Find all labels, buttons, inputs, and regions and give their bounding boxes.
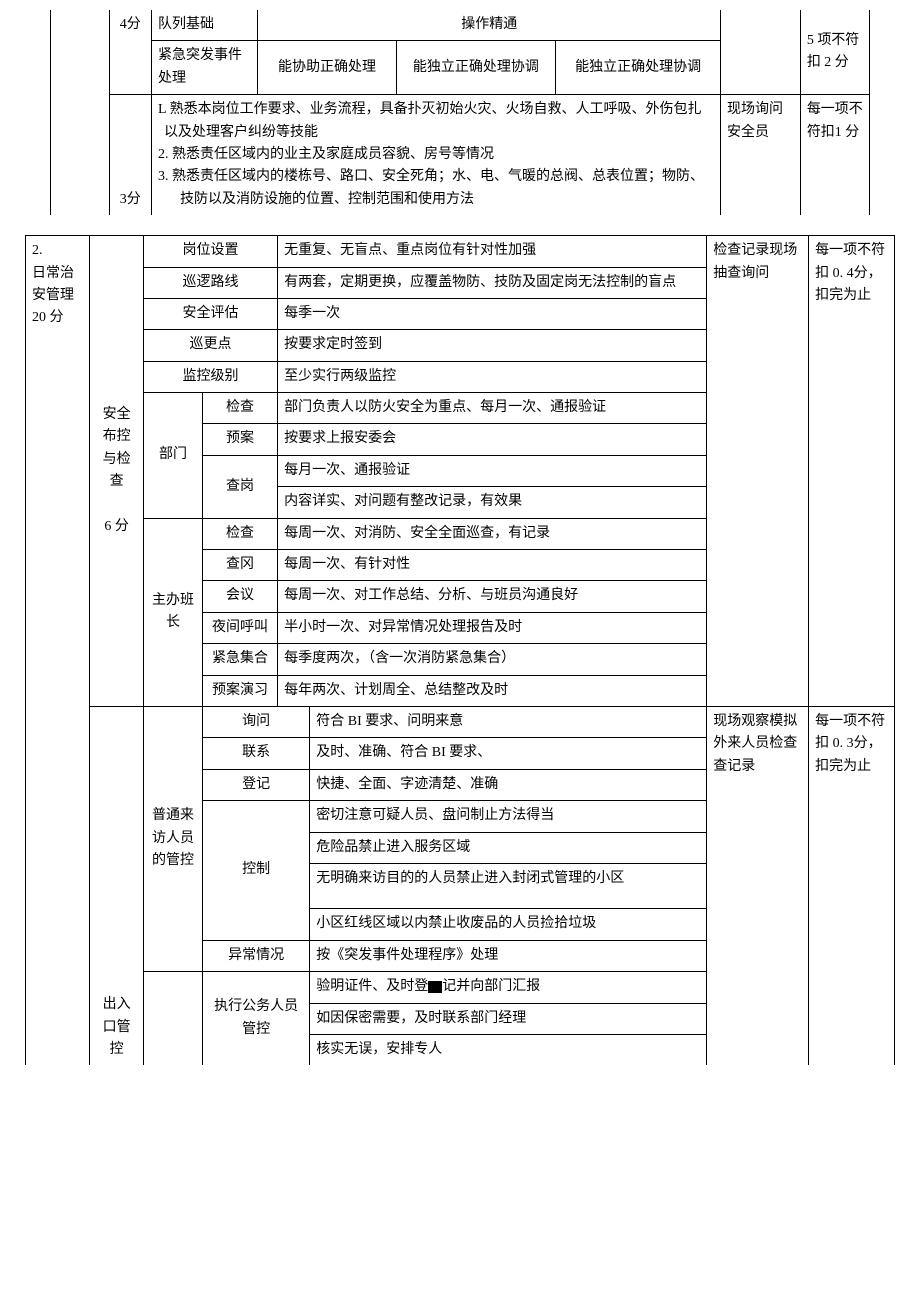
cell: 符合 BI 要求、问明来意 bbox=[310, 706, 707, 737]
cell: 部门负责人以防火安全为重点、每月一次、通报验证 bbox=[278, 393, 707, 424]
cell: 部门 bbox=[144, 393, 203, 519]
cell: 能独立正确处理协调 bbox=[396, 41, 556, 95]
cell: 半小时一次、对异常情况处理报告及时 bbox=[278, 612, 707, 643]
cell: 紧急突发事件处理 bbox=[152, 41, 258, 95]
cell: 每年两次、计划周全、总结整改及时 bbox=[278, 675, 707, 706]
cell: 每季度两次，（含一次消防紧急集合） bbox=[278, 644, 707, 675]
cell: 有两套，定期更换，应覆盖物防、技防及固定岗无法控制的盲点 bbox=[278, 267, 707, 298]
cell: 无明确来访目的的人员禁止进入封闭式管理的小区 bbox=[310, 863, 707, 908]
cell: L 熟悉本岗位工作要求、业务流程，具备扑灭初始火灾、火场自救、人工呼吸、外伤包扎… bbox=[152, 95, 721, 215]
cell: 能独立正确处理协调 bbox=[556, 41, 721, 95]
redaction-icon bbox=[428, 981, 442, 993]
cell: 检查记录现场抽查询问 bbox=[707, 236, 809, 707]
cell: 5 项不符扣 2 分 bbox=[800, 10, 869, 95]
cell: 紧急集合 bbox=[203, 644, 278, 675]
table-row: 4分 队列基础 操作精通 5 项不符扣 2 分 bbox=[51, 10, 870, 41]
cell: 按《突发事件处理程序》处理 bbox=[310, 940, 707, 971]
cell: 及时、准确、符合 BI 要求、 bbox=[310, 738, 707, 769]
cell: 异常情况 bbox=[203, 940, 310, 971]
cell: 队列基础 bbox=[152, 10, 258, 41]
cell: 巡更点 bbox=[144, 330, 278, 361]
cell: 能协助正确处理 bbox=[258, 41, 396, 95]
cell: 现场询问安全员 bbox=[721, 95, 801, 215]
cell: 每一项不符扣 0. 4分，扣完为止 bbox=[809, 236, 895, 707]
cell: 执行公务人员管控 bbox=[203, 972, 310, 1066]
cell: 无重复、无盲点、重点岗位有针对性加强 bbox=[278, 236, 707, 267]
cell: 每月一次、通报验证 bbox=[278, 455, 707, 486]
cell: 每周一次、对工作总结、分析、与班员沟通良好 bbox=[278, 581, 707, 612]
cell: 每一项不符扣 0. 3分，扣完为止 bbox=[809, 706, 895, 1065]
cell: 每一项不符扣1 分 bbox=[800, 95, 869, 215]
cell: 巡逻路线 bbox=[144, 267, 278, 298]
cell: 联系 bbox=[203, 738, 310, 769]
section-header: 2. 日常治安管理 20 分 bbox=[26, 236, 90, 1066]
score-cell: 3分 bbox=[109, 95, 152, 215]
cell: 预案演习 bbox=[203, 675, 278, 706]
cell: 验明证件、及时登记并向部门汇报 bbox=[310, 972, 707, 1003]
cell: 检查 bbox=[203, 518, 278, 549]
table-row: 2. 日常治安管理 20 分 安全布控与检查 6 分 岗位设置 无重复、无盲点、… bbox=[26, 236, 895, 267]
table-upper: 4分 队列基础 操作精通 5 项不符扣 2 分 紧急突发事件处理 能协助正确处理… bbox=[50, 10, 870, 215]
cell: 出入口管控 bbox=[90, 706, 144, 1065]
cell: 如因保密需要，及时联系部门经理 bbox=[310, 1003, 707, 1034]
cell: 普通来访人员的管控 bbox=[144, 706, 203, 971]
cell: 会议 bbox=[203, 581, 278, 612]
cell: 按要求定时签到 bbox=[278, 330, 707, 361]
cell: 快捷、全面、字迹清楚、准确 bbox=[310, 769, 707, 800]
cell: 登记 bbox=[203, 769, 310, 800]
cell: 控制 bbox=[203, 801, 310, 941]
cell: 预案 bbox=[203, 424, 278, 455]
cell: 询问 bbox=[203, 706, 310, 737]
cell: 检查 bbox=[203, 393, 278, 424]
cell: 安全布控与检查 6 分 bbox=[90, 236, 144, 707]
cell: 监控级别 bbox=[144, 361, 278, 392]
cell: 每周一次、对消防、安全全面巡查，有记录 bbox=[278, 518, 707, 549]
cell: 内容详实、对问题有整改记录，有效果 bbox=[278, 487, 707, 518]
cell: 现场观察模拟外来人员检查查记录 bbox=[707, 706, 809, 1065]
table-lower: 2. 日常治安管理 20 分 安全布控与检查 6 分 岗位设置 无重复、无盲点、… bbox=[25, 235, 895, 1065]
cell: 密切注意可疑人员、盘问制止方法得当 bbox=[310, 801, 707, 832]
table-row: 出入口管控 普通来访人员的管控 询问 符合 BI 要求、问明来意 现场观察模拟外… bbox=[26, 706, 895, 737]
cell: 至少实行两级监控 bbox=[278, 361, 707, 392]
cell: 核实无误，安排专人 bbox=[310, 1034, 707, 1065]
score-cell: 4分 bbox=[109, 10, 152, 95]
cell: 夜间呼叫 bbox=[203, 612, 278, 643]
cell: 小区红线区域以内禁止收废品的人员捡拾垃圾 bbox=[310, 909, 707, 940]
cell: 每季一次 bbox=[278, 298, 707, 329]
cell: 查冈 bbox=[203, 550, 278, 581]
cell: 操作精通 bbox=[258, 10, 721, 41]
cell: 每周一次、有针对性 bbox=[278, 550, 707, 581]
cell: 安全评估 bbox=[144, 298, 278, 329]
cell: 主办班长 bbox=[144, 518, 203, 706]
cell: 危险品禁止进入服务区域 bbox=[310, 832, 707, 863]
cell: 按要求上报安委会 bbox=[278, 424, 707, 455]
table-row: 3分 L 熟悉本岗位工作要求、业务流程，具备扑灭初始火灾、火场自救、人工呼吸、外… bbox=[51, 95, 870, 215]
cell: 查岗 bbox=[203, 455, 278, 518]
cell: 岗位设置 bbox=[144, 236, 278, 267]
